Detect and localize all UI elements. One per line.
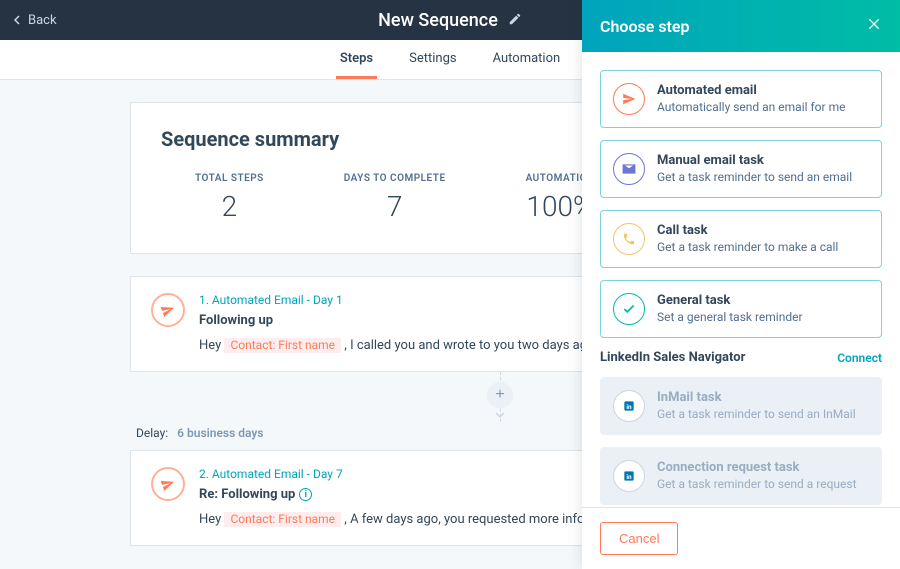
panel-header: Choose step — [582, 0, 900, 52]
delay-value: 6 business days — [177, 426, 263, 440]
stat-days: DAYS TO COMPLETE 7 — [344, 173, 446, 223]
check-icon — [613, 293, 645, 325]
cancel-button[interactable]: Cancel — [600, 522, 678, 555]
close-icon — [866, 16, 882, 32]
panel-body: Automated email Automatically send an ema… — [582, 52, 900, 507]
svg-text:in: in — [626, 403, 632, 411]
option-connection-request: in Connection request task Get a task rem… — [600, 447, 882, 505]
option-desc: Get a task reminder to send a request — [657, 477, 857, 491]
close-button[interactable] — [866, 16, 882, 36]
option-inmail-task: in InMail task Get a task reminder to sen… — [600, 377, 882, 435]
merge-token: Contact: First name — [224, 512, 341, 527]
page-title: New Sequence — [378, 10, 498, 31]
send-icon — [151, 467, 185, 501]
option-title: Connection request task — [657, 460, 857, 475]
merge-token: Contact: First name — [224, 338, 341, 353]
back-button[interactable]: Back — [12, 13, 57, 28]
panel-footer: Cancel — [582, 507, 900, 569]
send-icon — [613, 83, 645, 115]
stat-value: 7 — [344, 190, 446, 223]
envelope-icon — [613, 153, 645, 185]
option-title: Automated email — [657, 83, 845, 98]
option-title: Call task — [657, 223, 838, 238]
option-desc: Get a task reminder to make a call — [657, 240, 838, 254]
tab-steps[interactable]: Steps — [336, 41, 377, 79]
linkedin-icon: in — [613, 460, 645, 492]
linkedin-icon: in — [613, 390, 645, 422]
arrow-down-icon — [495, 405, 505, 424]
info-icon[interactable]: i — [299, 488, 312, 501]
delay-label: Delay: — [136, 426, 168, 440]
option-title: General task — [657, 293, 803, 308]
stat-label: DAYS TO COMPLETE — [344, 173, 446, 184]
preview-text: Hey — [199, 338, 224, 353]
linkedin-section-header: LinkedIn Sales Navigator Connect — [600, 350, 882, 365]
option-desc: Get a task reminder to send an InMail — [657, 407, 856, 421]
back-label: Back — [28, 13, 57, 28]
choose-step-panel: Choose step Automated email Automatically… — [582, 0, 900, 569]
option-general-task[interactable]: General task Set a general task reminder — [600, 280, 882, 338]
option-automated-email[interactable]: Automated email Automatically send an ema… — [600, 70, 882, 128]
stat-value: 2 — [195, 190, 264, 223]
svg-text:in: in — [626, 473, 632, 481]
option-desc: Set a general task reminder — [657, 310, 803, 324]
preview-text: Hey — [199, 512, 224, 527]
stat-total-steps: TOTAL STEPS 2 — [195, 173, 264, 223]
option-desc: Get a task reminder to send an email — [657, 170, 852, 184]
option-call-task[interactable]: Call task Get a task reminder to make a c… — [600, 210, 882, 268]
edit-title-button[interactable] — [508, 11, 522, 30]
phone-icon — [613, 223, 645, 255]
option-title: InMail task — [657, 390, 856, 405]
tab-automation[interactable]: Automation — [489, 41, 565, 79]
option-desc: Automatically send an email for me — [657, 100, 845, 114]
option-manual-email[interactable]: Manual email task Get a task reminder to … — [600, 140, 882, 198]
linkedin-heading: LinkedIn Sales Navigator — [600, 350, 745, 365]
tab-settings[interactable]: Settings — [405, 41, 460, 79]
option-title: Manual email task — [657, 153, 852, 168]
stat-label: TOTAL STEPS — [195, 173, 264, 184]
panel-title: Choose step — [600, 17, 690, 36]
connect-link[interactable]: Connect — [837, 351, 882, 365]
chevron-left-icon — [12, 15, 22, 25]
pencil-icon — [508, 12, 522, 26]
send-icon — [151, 293, 185, 327]
